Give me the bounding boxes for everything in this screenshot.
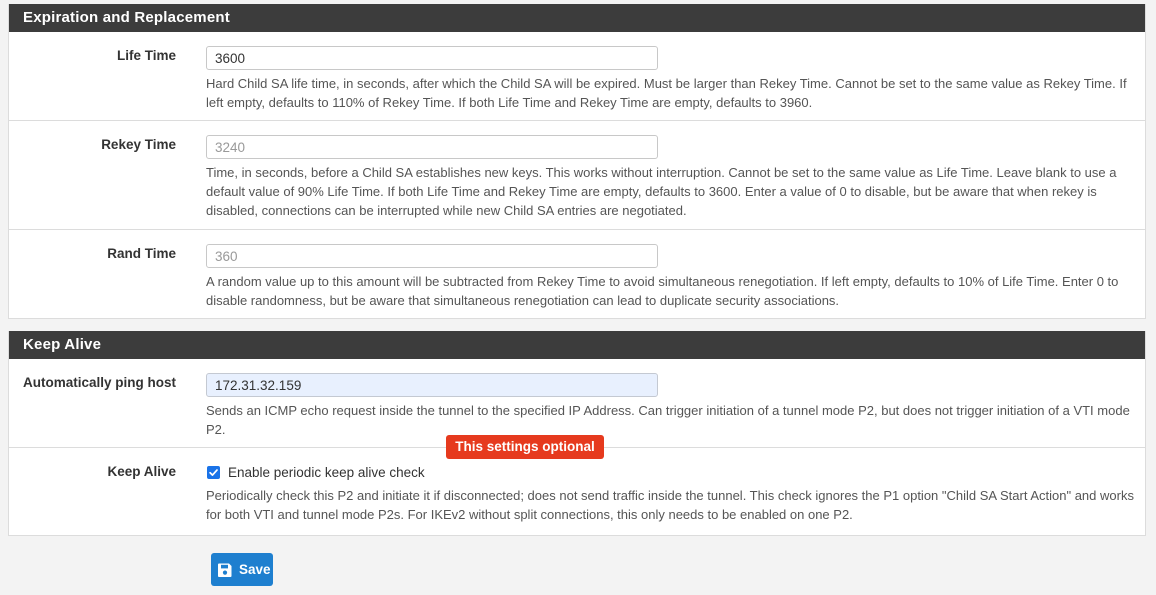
save-button[interactable]: Save [211,553,273,586]
rekey-time-label: Rekey Time [101,137,176,152]
keep-alive-checkbox-label: Enable periodic keep alive check [228,464,425,480]
keep-alive-label: Keep Alive [107,464,176,479]
keepalive-heading: Keep Alive [9,331,1145,359]
keep-alive-checkbox[interactable] [207,465,220,479]
life-time-help: Hard Child SA life time, in seconds, aft… [206,76,1127,110]
keepalive-panel: Keep Alive Automatically ping host Sends… [8,331,1146,536]
rand-time-help: A random value up to this amount will be… [206,274,1119,308]
ping-host-label: Automatically ping host [22,375,176,390]
keep-alive-row: Keep Alive Enable periodic keep alive ch… [9,448,1145,535]
rekey-time-help: Time, in seconds, before a Child SA esta… [206,165,1117,218]
life-time-row: Life Time Hard Child SA life time, in se… [9,32,1145,121]
optional-settings-tooltip: This settings optional [446,435,604,459]
life-time-label: Life Time [116,48,176,63]
rand-time-row: Rand Time A random value up to this amou… [9,230,1145,318]
checkmark-icon [209,468,218,476]
keep-alive-help: Periodically check this P2 and initiate … [206,488,1134,522]
ping-host-help: Sends an ICMP echo request inside the tu… [206,403,1130,437]
expiration-panel: Expiration and Replacement Life Time Har… [8,4,1146,319]
ping-host-input[interactable] [206,373,658,397]
rand-time-label: Rand Time [107,246,176,261]
rand-time-input[interactable] [206,244,658,268]
keep-alive-checkbox-line[interactable]: Enable periodic keep alive check [206,461,1141,483]
expiration-heading: Expiration and Replacement [9,4,1145,32]
floppy-disk-icon [218,563,232,577]
rekey-time-row: Rekey Time Time, in seconds, before a Ch… [9,121,1145,230]
life-time-input[interactable] [206,46,658,70]
save-button-label: Save [239,562,271,577]
rekey-time-input[interactable] [206,135,658,159]
